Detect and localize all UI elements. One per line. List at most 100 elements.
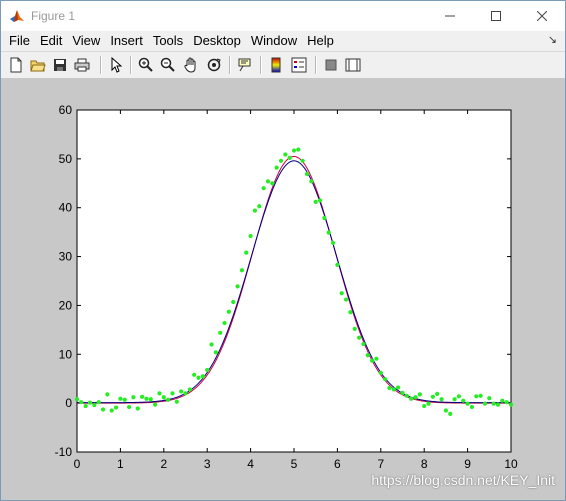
menu-tools[interactable]: Tools — [148, 31, 188, 51]
dock-arrow-icon[interactable]: ↘ — [548, 33, 557, 46]
scatter-point — [422, 403, 427, 409]
scatter-point — [461, 398, 466, 403]
scatter-point — [105, 392, 110, 397]
scatter-point — [157, 391, 162, 396]
x-tick-label: 0 — [74, 457, 81, 471]
print-icon[interactable] — [73, 56, 91, 74]
scatter-point — [270, 181, 275, 186]
scatter-point — [339, 291, 344, 296]
scatter-point — [213, 350, 218, 355]
scatter-point — [465, 401, 470, 406]
scatter-point — [317, 198, 323, 203]
scatter-point — [222, 320, 227, 326]
scatter-point — [409, 396, 414, 401]
pan-icon[interactable] — [182, 56, 200, 74]
watermark-text: https://blog.csdn.net/KEY_Init — [371, 472, 555, 488]
plot-axes[interactable]: 0 1 2 3 4 5 6 7 8 9 10-100102030405060 — [1, 79, 565, 500]
scatter-point — [100, 407, 106, 412]
minimize-button[interactable] — [427, 1, 473, 31]
save-icon[interactable] — [51, 56, 69, 74]
scatter-point — [118, 396, 123, 401]
scatter-point — [79, 400, 84, 405]
x-tick-label: 1 — [117, 457, 124, 471]
scatter-point — [378, 370, 383, 375]
x-tick-label: 2 — [160, 457, 167, 471]
data-cursor-icon[interactable] — [236, 56, 254, 74]
x-tick-label: 8 — [421, 457, 428, 471]
scatter-point — [126, 404, 132, 410]
menu-edit[interactable]: Edit — [35, 31, 67, 51]
open-file-icon[interactable] — [29, 56, 47, 74]
scatter-point — [74, 397, 80, 402]
menu-view[interactable]: View — [67, 31, 105, 51]
scatter-point — [244, 250, 249, 255]
show-plot-tools-icon[interactable] — [344, 56, 362, 74]
edit-plot-icon[interactable] — [107, 56, 125, 74]
x-tick-label: 6 — [334, 457, 341, 471]
scatter-point — [174, 399, 179, 404]
scatter-point — [257, 204, 262, 209]
scatter-point — [430, 394, 435, 399]
y-tick-label: -10 — [55, 445, 73, 459]
rotate-3d-icon[interactable] — [205, 56, 223, 74]
menu-file[interactable]: File — [4, 31, 35, 51]
scatter-point — [452, 397, 457, 402]
scatter-point — [248, 233, 253, 239]
scatter-point — [413, 395, 418, 400]
hide-plot-tools-icon[interactable] — [322, 56, 340, 74]
scatter-point — [196, 375, 201, 380]
scatter-point — [439, 397, 444, 402]
scatter-point — [252, 208, 258, 213]
maximize-button[interactable] — [473, 1, 519, 31]
scatter-point — [365, 353, 370, 358]
toolbar-separator — [229, 56, 231, 74]
colorbar-icon[interactable] — [267, 56, 285, 74]
scatter-point — [482, 401, 488, 406]
matlab-logo-icon — [9, 8, 25, 24]
toolbar-separator — [100, 56, 102, 74]
legend-icon[interactable] — [290, 56, 308, 74]
scatter-point — [235, 284, 240, 289]
menu-help[interactable]: Help — [302, 31, 339, 51]
scatter-point — [226, 309, 231, 314]
scatter-point — [500, 398, 505, 403]
menu-desktop[interactable]: Desktop — [188, 31, 246, 51]
close-button[interactable] — [519, 1, 565, 31]
scatter-point — [87, 400, 93, 405]
scatter-point — [400, 390, 405, 395]
scatter-point — [313, 199, 318, 204]
scatter-point — [469, 404, 475, 410]
menu-window[interactable]: Window — [246, 31, 302, 51]
scatter-point — [435, 391, 440, 396]
scatter-point — [396, 385, 401, 390]
window-controls — [427, 1, 565, 31]
scatter-point — [456, 394, 462, 399]
scatter-point — [192, 372, 197, 377]
title-bar[interactable]: Figure 1 — [1, 1, 565, 31]
scatter-point — [330, 240, 336, 245]
scatter-point — [205, 367, 210, 373]
toolbar-separator — [130, 56, 132, 74]
x-tick-label: 10 — [504, 457, 518, 471]
scatter-point — [348, 310, 353, 315]
scatter-point — [300, 158, 305, 163]
figure-canvas[interactable]: 0 1 2 3 4 5 6 7 8 9 10 -10 0 10 20 30 40 50 60 — [1, 79, 565, 500]
window-title: Figure 1 — [31, 9, 76, 23]
new-figure-icon[interactable] — [7, 56, 25, 74]
scatter-point — [265, 179, 271, 184]
scatter-point — [153, 402, 158, 407]
menu-insert[interactable]: Insert — [105, 31, 148, 51]
scatter-point — [231, 299, 236, 305]
zoom-out-icon[interactable] — [159, 56, 177, 74]
scatter-point — [491, 401, 496, 406]
figure-window: Figure 1 File Edit View Insert Tools Des… — [0, 0, 566, 501]
scatter-point — [109, 408, 114, 413]
scatter-point — [478, 393, 483, 398]
scatter-point — [161, 395, 166, 400]
scatter-point — [291, 148, 297, 153]
scatter-point — [504, 400, 509, 405]
scatter-point — [283, 152, 288, 157]
scatter-point — [374, 356, 379, 361]
scatter-point — [487, 396, 492, 401]
zoom-in-icon[interactable] — [137, 56, 155, 74]
